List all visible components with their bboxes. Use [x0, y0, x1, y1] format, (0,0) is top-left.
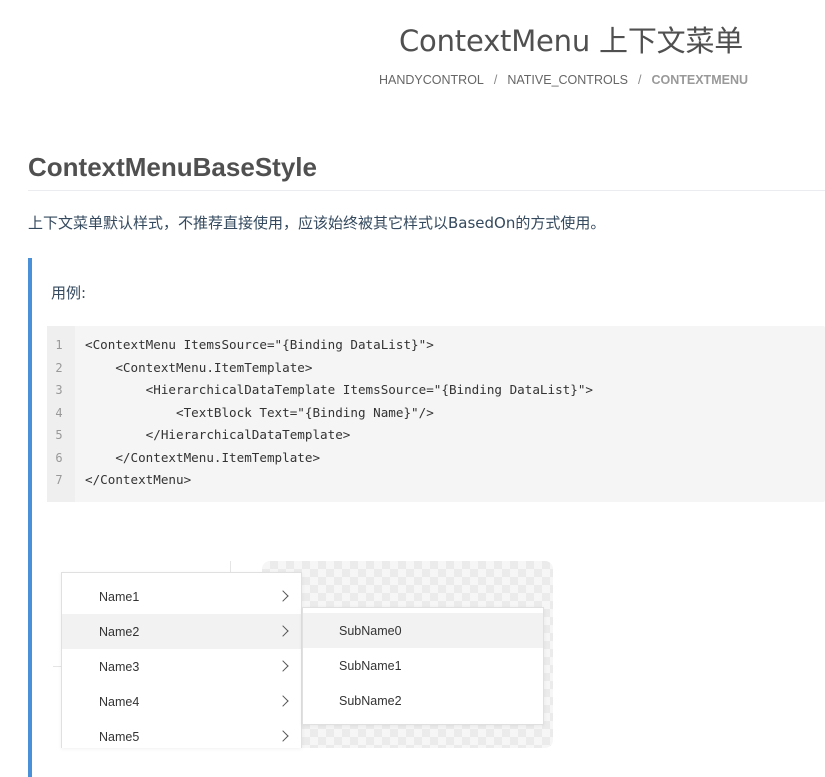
section-description: 上下文菜单默认样式，不推荐直接使用，应该始终被其它样式以BasedOn的方式使用… [28, 214, 606, 232]
submenu-item-subname1[interactable]: SubName1 [303, 648, 543, 683]
code-line-number: 1 [55, 338, 63, 352]
submenu-item-label: SubName1 [339, 658, 402, 673]
context-submenu: SubName0 SubName1 SubName2 [302, 607, 544, 725]
breadcrumb-separator: / [493, 73, 498, 87]
code-line-number: 3 [55, 383, 63, 397]
page-title: ContextMenu 上下文菜单 [399, 24, 744, 58]
context-menu: Name1 Name2 Name3 Name4 Name5 [61, 572, 302, 748]
menu-item-label: Name5 [99, 729, 140, 744]
menu-item-name2[interactable]: Name2 [62, 614, 301, 649]
heading-divider [28, 190, 825, 191]
code-block[interactable]: 1 <ContextMenu ItemsSource="{Binding Data… [47, 326, 825, 502]
submenu-item-label: SubName0 [339, 623, 402, 638]
code-line: <ContextMenu ItemsSource="{Binding DataL… [85, 337, 434, 352]
menu-item-name1[interactable]: Name1 [62, 579, 301, 614]
code-line-number: 6 [55, 450, 63, 465]
breadcrumb-current: CONTEXTMENU [651, 73, 748, 87]
code-line: </ContextMenu.ItemTemplate> [85, 449, 321, 465]
section-heading: ContextMenuBaseStyle [28, 152, 317, 182]
menu-item-label: Name4 [99, 694, 140, 709]
breadcrumb-item-handycontrol[interactable]: HANDYCONTROL [379, 73, 484, 87]
code-line-number: 5 [55, 428, 63, 442]
menu-item-label: Name3 [99, 659, 140, 674]
code-line: <ContextMenu.ItemTemplate> [85, 359, 313, 375]
chevron-right-icon [277, 730, 289, 742]
menu-item-name3[interactable]: Name3 [62, 649, 301, 684]
code-line: <HierarchicalDataTemplate ItemsSource="{… [85, 382, 593, 397]
chevron-right-icon [277, 695, 289, 707]
code-line: </HierarchicalDataTemplate> [85, 427, 351, 442]
code-line-number: 2 [55, 360, 63, 375]
menu-item-label: Name1 [99, 589, 140, 604]
submenu-item-subname0[interactable]: SubName0 [303, 613, 543, 648]
example-label: 用例: [51, 284, 87, 302]
breadcrumb-separator: / [637, 73, 642, 87]
menu-item-label: Name2 [99, 624, 140, 639]
menu-item-name4[interactable]: Name4 [62, 684, 301, 719]
breadcrumb-item-native-controls[interactable]: NATIVE_CONTROLS [507, 73, 628, 87]
code-line-number: 7 [55, 473, 63, 487]
chevron-right-icon [277, 590, 289, 602]
chevron-right-icon [277, 660, 289, 672]
submenu-item-label: SubName2 [339, 693, 402, 708]
submenu-item-subname2[interactable]: SubName2 [303, 683, 543, 718]
menu-item-name5[interactable]: Name5 [62, 719, 301, 748]
breadcrumb: HANDYCONTROL / NATIVE_CONTROLS / CONTEXT… [379, 73, 748, 87]
code-line-number: 4 [55, 405, 63, 420]
code-line: </ContextMenu> [85, 472, 192, 487]
chevron-right-icon [277, 625, 289, 637]
code-line: <TextBlock Text="{Binding Name}"/> [85, 404, 434, 420]
